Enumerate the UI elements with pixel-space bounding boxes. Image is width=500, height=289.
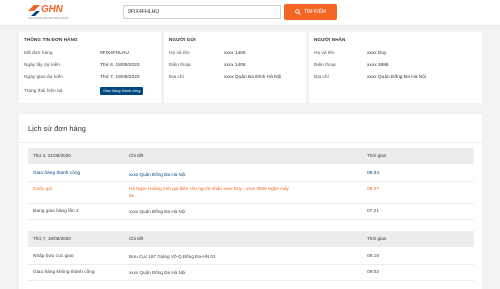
detail-column-header: Chi tiết xyxy=(129,236,144,241)
history-date: Thứ 2, 21/09/2020 xyxy=(33,153,71,158)
order-search-input[interactable] xyxy=(123,5,281,19)
receiver-card: NGƯỜI NHẬN Họ và tên xxxx Duy Điện thoại… xyxy=(309,32,482,103)
event-time: 09:34 xyxy=(367,171,380,176)
event-status: Nhập bưu cục giao xyxy=(33,254,74,259)
pickup-date-row: Ngày lấy dự kiến Thứ 6, 18/09/2020 xyxy=(24,63,156,73)
time-column-header: Thời gian xyxy=(367,153,387,158)
sender-address-label: Địa chỉ xyxy=(169,75,184,80)
event-time: 07:21 xyxy=(367,209,380,214)
history-date-header: Thứ 2, 21/09/2020 Chi tiết Thời gian xyxy=(28,148,474,164)
event-status: Giao hàng thành công xyxy=(33,171,81,176)
ghn-logo[interactable]: GHN GIAO HÀNG NHANH TOÀN QUỐC xyxy=(28,4,84,22)
search-button-label: TÌM KIẾM xyxy=(303,9,327,15)
receiver-phone-row: Điện thoại xxxx 3686 xyxy=(314,63,477,73)
receiver-address-value: xxxx Quận Đống Đa Hà Nội xyxy=(367,75,426,80)
order-info-title: THÔNG TIN ĐƠN HÀNG xyxy=(24,37,78,42)
pickup-date-label: Ngày lấy dự kiến xyxy=(24,63,61,68)
logo-text: GHN xyxy=(41,4,63,15)
sender-name-value: xxxx 1406 xyxy=(224,51,246,56)
history-event-row: Giao hàng không thành công xxxx Quận Đốn… xyxy=(28,265,474,281)
pickup-date-value: Thứ 6, 18/09/2020 xyxy=(100,63,140,68)
detail-column-header: Chi tiết xyxy=(129,153,144,158)
history-event-row: Nhập bưu cục giao Bưu Cục 187 Giảng Võ-Q… xyxy=(28,249,474,265)
sender-address-value: xxxx Quận Ba Đình Hà Nội xyxy=(224,75,282,80)
event-detail: xxxx Quận Đống Đa Hà Nội xyxy=(129,270,186,275)
current-status-label: Trạng thái hiện tại: xyxy=(24,89,64,94)
receiver-address-label: Địa chỉ xyxy=(314,75,329,80)
history-date: Thứ 7, 19/09/2020 xyxy=(33,236,71,241)
event-detail: xxxx Quận Đống Đa Hà Nội xyxy=(129,209,186,214)
event-detail: xxxx Quận Đống Đa Hà Nội xyxy=(129,172,186,177)
sender-phone-label: Điện thoại xyxy=(169,63,191,68)
receiver-title: NGƯỜI NHẬN xyxy=(314,37,346,42)
event-time: 09:02 xyxy=(367,270,380,275)
time-column-header: Thời gian xyxy=(367,236,387,241)
logo-mark-icon xyxy=(28,5,40,16)
order-code-label: Mã đơn hàng xyxy=(24,51,53,56)
search-button[interactable]: TÌM KIẾM xyxy=(284,4,337,20)
event-detail: Hà Ngọc Hoàng Anh gọi điện cho người nhậ… xyxy=(129,186,289,198)
history-event-row: Đang giao hàng lần 2 xxxx Quận Đống Đa H… xyxy=(28,204,474,220)
delivery-date-value: Thứ 7, 19/09/2020 xyxy=(100,75,140,80)
order-code-value: 9FIX4FHLHU xyxy=(100,51,129,56)
sender-phone-row: Điện thoại xxxx 1406 xyxy=(169,63,301,73)
event-detail: Bưu Cục 187 Giảng Võ-Q.Đống Đa-HN 01 xyxy=(129,254,216,259)
search-icon xyxy=(295,9,301,15)
receiver-phone-label: Điện thoại xyxy=(314,63,336,68)
receiver-name-label: Họ và tên xyxy=(314,51,335,56)
order-info-card: THÔNG TIN ĐƠN HÀNG Mã đơn hàng 9FIX4FHLH… xyxy=(19,32,161,103)
delivery-date-row: Ngày giao dự kiến Thứ 7, 19/09/2020 xyxy=(24,75,156,85)
event-status: Giao hàng không thành công xyxy=(33,270,95,275)
delivery-date-label: Ngày giao dự kiến xyxy=(24,75,63,80)
sender-name-row: Họ và tên xxxx 1406 xyxy=(169,51,301,61)
history-event-row: Cuộc gọi Hà Ngọc Hoàng Anh gọi điện cho … xyxy=(28,182,474,204)
event-time: 09:18 xyxy=(367,254,380,259)
history-date-header: Thứ 7, 19/09/2020 Chi tiết Thời gian xyxy=(28,231,474,247)
logo-tagline: GIAO HÀNG NHANH TOÀN QUỐC xyxy=(28,17,69,20)
divider xyxy=(19,142,482,143)
top-header: GHN GIAO HÀNG NHANH TOÀN QUỐC TÌM KIẾM xyxy=(0,0,500,26)
history-event-row: Giao hàng thành công xxxx Quận Đống Đa H… xyxy=(28,166,474,182)
order-history-panel: Lịch sử đơn hàng Thứ 2, 21/09/2020 Chi t… xyxy=(19,114,482,289)
event-status: Cuộc gọi xyxy=(33,187,52,192)
order-code-row: Mã đơn hàng 9FIX4FHLHU xyxy=(24,51,156,61)
receiver-phone-value: xxxx 3686 xyxy=(367,63,389,68)
sender-title: NGƯỜI GỬI xyxy=(169,37,196,42)
sender-name-label: Họ và tên xyxy=(169,51,190,56)
current-status-row: Trạng thái hiện tại: Giao hàng thành côn… xyxy=(24,87,156,99)
receiver-address-row: Địa chỉ xxxx Quận Đống Đa Hà Nội xyxy=(314,75,477,85)
event-status: Đang giao hàng lần 2 xyxy=(33,209,79,214)
receiver-name-row: Họ và tên xxxx Duy xyxy=(314,51,477,61)
status-badge: Giao hàng thành công xyxy=(100,87,144,95)
order-history-title: Lịch sử đơn hàng xyxy=(28,124,86,133)
receiver-name-value: xxxx Duy xyxy=(367,51,387,56)
sender-phone-value: xxxx 1406 xyxy=(224,63,246,68)
sender-address-row: Địa chỉ xxxx Quận Ba Đình Hà Nội xyxy=(169,75,301,85)
sender-card: NGƯỜI GỬI Họ và tên xxxx 1406 Điện thoại… xyxy=(164,32,306,103)
event-time: 09:27 xyxy=(367,187,380,192)
